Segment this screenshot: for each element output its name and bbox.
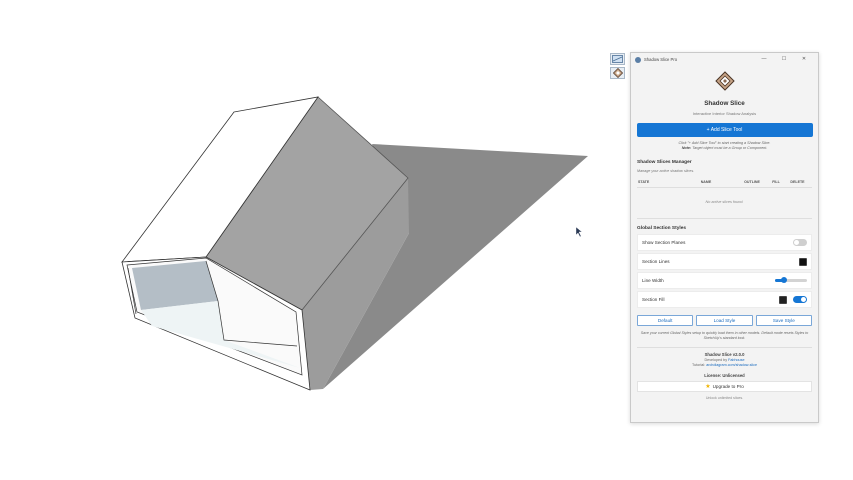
hint-note-label: Note:: [681, 146, 692, 150]
line-width-row: Line Width: [637, 272, 812, 289]
show-section-planes-row: Show Section Planes: [637, 234, 812, 251]
section-fill-toggle[interactable]: [793, 296, 807, 303]
hint-note: Note: Target object must be a Group or C…: [631, 146, 818, 151]
version-text: Shadow Slice v2.0.0: [704, 352, 745, 357]
manager-table-header: STATE NAME OUTLINE FILL DELETE: [637, 178, 812, 188]
shadow-slice-logo-icon: [714, 71, 735, 91]
tutorial-link[interactable]: archdiagram.com/shadow-slice: [706, 363, 757, 367]
styles-title: Global Section Styles: [637, 226, 687, 231]
license-status: License: Unlicensed: [704, 373, 745, 378]
load-style-button[interactable]: Load Style: [696, 315, 753, 326]
section-lines-row: Section Lines: [637, 253, 812, 270]
col-delete: DELETE: [790, 180, 805, 184]
app-subtitle: Interactive Interior Shadow Analysis: [692, 111, 757, 116]
add-slice-hint: Click "+ Add Slice Tool" to start creati…: [631, 141, 818, 151]
manager-empty-state: No active slices found.: [637, 188, 812, 219]
manager-subtitle: Manage your active shadow slices.: [637, 169, 695, 173]
hint-note-text: Target object must be a Group or Compone…: [692, 146, 768, 150]
show-section-planes-label: Show Section Planes: [642, 240, 686, 245]
manager-title: Shadow Slices Manager: [637, 160, 692, 165]
section-lines-label: Section Lines: [642, 259, 670, 264]
app-icon: [635, 56, 641, 63]
shadow-slice-logo-icon: [612, 68, 623, 78]
unlock-text: Unlock unlimited slices.: [705, 396, 744, 400]
styles-note: Save your current Global Styles setup to…: [640, 331, 809, 340]
style-buttons: Default Load Style Save Style: [637, 315, 812, 326]
developer-prefix: Developed by: [704, 358, 728, 362]
line-width-label: Line Width: [642, 278, 664, 283]
developer-line: Developed by Fabhouse: [631, 358, 818, 362]
minimize-button[interactable]: —: [754, 53, 774, 66]
toolbar-manager-button[interactable]: [610, 67, 625, 79]
close-button[interactable]: ✕: [794, 53, 814, 66]
tutorial-line: Tutorial: archdiagram.com/shadow-slice: [631, 363, 818, 367]
window-title: Shadow Slice Pro: [644, 57, 678, 62]
upgrade-label: Upgrade to Pro: [712, 384, 744, 389]
mouse-cursor: [575, 226, 583, 238]
maximize-button[interactable]: ☐: [774, 53, 794, 66]
col-state: STATE: [638, 180, 650, 184]
line-width-slider[interactable]: [775, 277, 807, 283]
section-lines-color-swatch[interactable]: [799, 257, 807, 266]
toolbar-slice-button[interactable]: [610, 53, 625, 65]
col-name: NAME: [700, 180, 712, 184]
section-fill-label: Section Fill: [642, 297, 665, 302]
extension-toolbar: [610, 53, 626, 81]
upgrade-to-pro-button[interactable]: ★ Upgrade to Pro: [637, 381, 812, 392]
about-section: Shadow Slice v2.0.0 Developed by Fabhous…: [631, 352, 818, 367]
section-fill-color-swatch[interactable]: [779, 295, 787, 304]
tutorial-prefix: Tutorial:: [691, 363, 706, 367]
window-titlebar: Shadow Slice Pro — ☐ ✕: [631, 53, 818, 66]
app-title: Shadow Slice: [704, 100, 745, 107]
col-outline: OUTLINE: [744, 180, 760, 184]
global-section-styles: Global Section Styles Show Section Plane…: [631, 226, 818, 341]
default-style-button[interactable]: Default: [637, 315, 694, 326]
slices-manager: Shadow Slices Manager Manage your active…: [631, 160, 818, 219]
star-icon: ★: [705, 384, 711, 390]
divider: [637, 347, 812, 348]
add-slice-tool-button[interactable]: + Add Slice Tool: [636, 123, 813, 137]
shadow-slice-panel: Shadow Slice Pro — ☐ ✕ Shadow Slice Inte…: [630, 52, 819, 423]
developer-link[interactable]: Fabhouse: [728, 358, 744, 362]
show-section-planes-toggle[interactable]: [793, 239, 807, 246]
col-fill: FILL: [772, 180, 780, 184]
section-fill-row: Section Fill: [637, 291, 812, 308]
panel-header: Shadow Slice Interactive Interior Shadow…: [631, 66, 818, 116]
slice-icon: [612, 55, 623, 63]
save-style-button[interactable]: Save Style: [755, 315, 812, 326]
